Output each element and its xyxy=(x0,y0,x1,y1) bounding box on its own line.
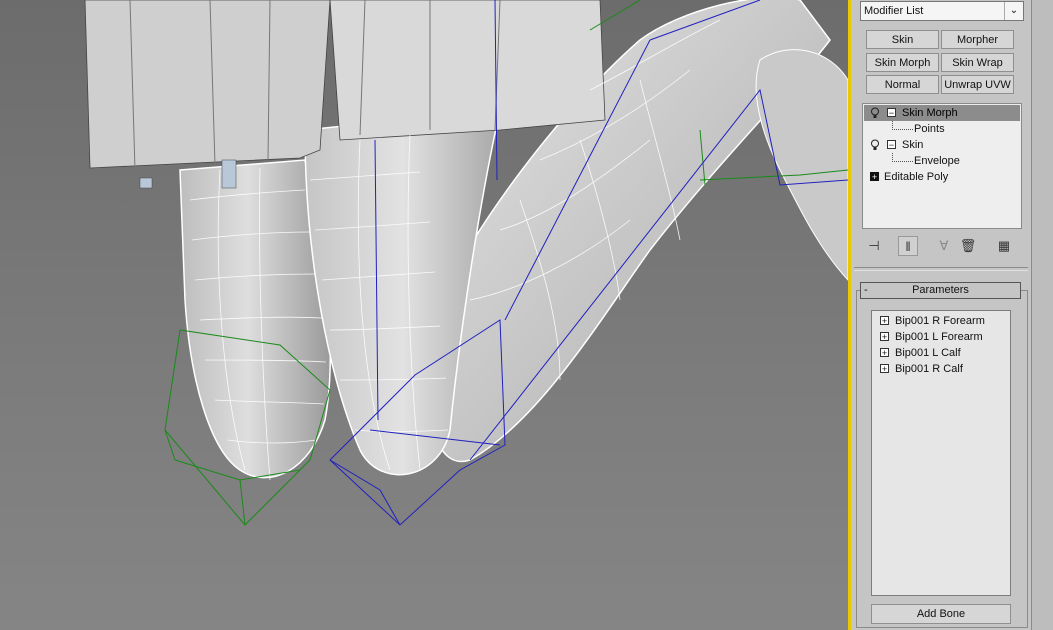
bone-label: Bip001 R Calf xyxy=(895,363,963,375)
viewport-scene xyxy=(84,0,848,526)
skin-morph-button[interactable]: Skin Morph xyxy=(866,53,939,72)
expand-icon[interactable]: + xyxy=(880,332,889,342)
show-end-result-icon[interactable]: ‖ xyxy=(898,236,918,256)
add-bone-button[interactable]: Add Bone xyxy=(871,604,1011,624)
expand-icon[interactable]: + xyxy=(870,172,879,182)
perspective-viewport[interactable] xyxy=(0,0,848,630)
stack-item-label: Points xyxy=(914,123,945,135)
modifier-list-dropdown[interactable]: Modifier List ⌄ xyxy=(860,1,1024,21)
bone-list[interactable]: + Bip001 R Forearm + Bip001 L Forearm + … xyxy=(871,310,1011,596)
bone-label: Bip001 R Forearm xyxy=(895,315,985,327)
stack-item-label: Envelope xyxy=(914,155,960,167)
bone-label: Bip001 L Calf xyxy=(895,347,961,359)
modifier-stack[interactable]: − Skin Morph Points − Skin Envelope + Ed… xyxy=(862,103,1022,229)
stack-item-editable-poly[interactable]: + Editable Poly xyxy=(864,169,1020,185)
tree-connector xyxy=(892,153,913,162)
bone-label: Bip001 L Forearm xyxy=(895,331,983,343)
collapse-rollout-icon[interactable]: - xyxy=(864,283,868,298)
stack-item-envelope[interactable]: Envelope xyxy=(864,153,1020,169)
skin-wrap-button[interactable]: Skin Wrap xyxy=(941,53,1014,72)
stack-item-points[interactable]: Points xyxy=(864,121,1020,137)
stack-item-label: Skin Morph xyxy=(902,107,958,119)
morpher-button[interactable]: Morpher xyxy=(941,30,1014,49)
stack-item-label: Editable Poly xyxy=(884,171,949,183)
collapse-icon[interactable]: − xyxy=(887,108,896,118)
divider xyxy=(854,267,1028,271)
stack-item-skin-morph[interactable]: − Skin Morph xyxy=(864,105,1020,121)
lightbulb-icon[interactable] xyxy=(870,139,880,151)
normal-button[interactable]: Normal xyxy=(866,75,939,94)
expand-icon[interactable]: + xyxy=(880,364,889,374)
make-unique-icon[interactable]: ∀ xyxy=(934,236,954,256)
lightbulb-icon[interactable] xyxy=(870,107,880,119)
pin-stack-icon[interactable]: ⊣ xyxy=(864,236,884,256)
tree-connector xyxy=(892,121,913,130)
chevron-down-icon[interactable]: ⌄ xyxy=(1004,2,1023,20)
remove-modifier-icon[interactable]: 🗑︎ xyxy=(958,236,978,256)
skin-button[interactable]: Skin xyxy=(866,30,939,49)
command-panel-modify: Modifier List ⌄ Skin Morpher Skin Morph … xyxy=(851,0,1031,630)
expand-icon[interactable]: + xyxy=(880,348,889,358)
stack-item-label: Skin xyxy=(902,139,924,151)
stack-toolbar: ⊣ ‖ ∀ 🗑︎ ▦ xyxy=(862,236,1026,256)
unwrap-uvw-button[interactable]: Unwrap UVW xyxy=(941,75,1014,94)
expand-icon[interactable]: + xyxy=(880,316,889,326)
parameters-rollout-header[interactable]: - Parameters xyxy=(860,282,1021,299)
modifier-list-value: Modifier List xyxy=(864,5,924,17)
stack-item-skin[interactable]: − Skin xyxy=(864,137,1020,153)
adjacent-panel-edge xyxy=(1031,0,1053,630)
collapse-icon[interactable]: − xyxy=(887,140,896,150)
parameters-title: Parameters xyxy=(912,284,969,296)
configure-sets-icon[interactable]: ▦ xyxy=(994,236,1014,256)
